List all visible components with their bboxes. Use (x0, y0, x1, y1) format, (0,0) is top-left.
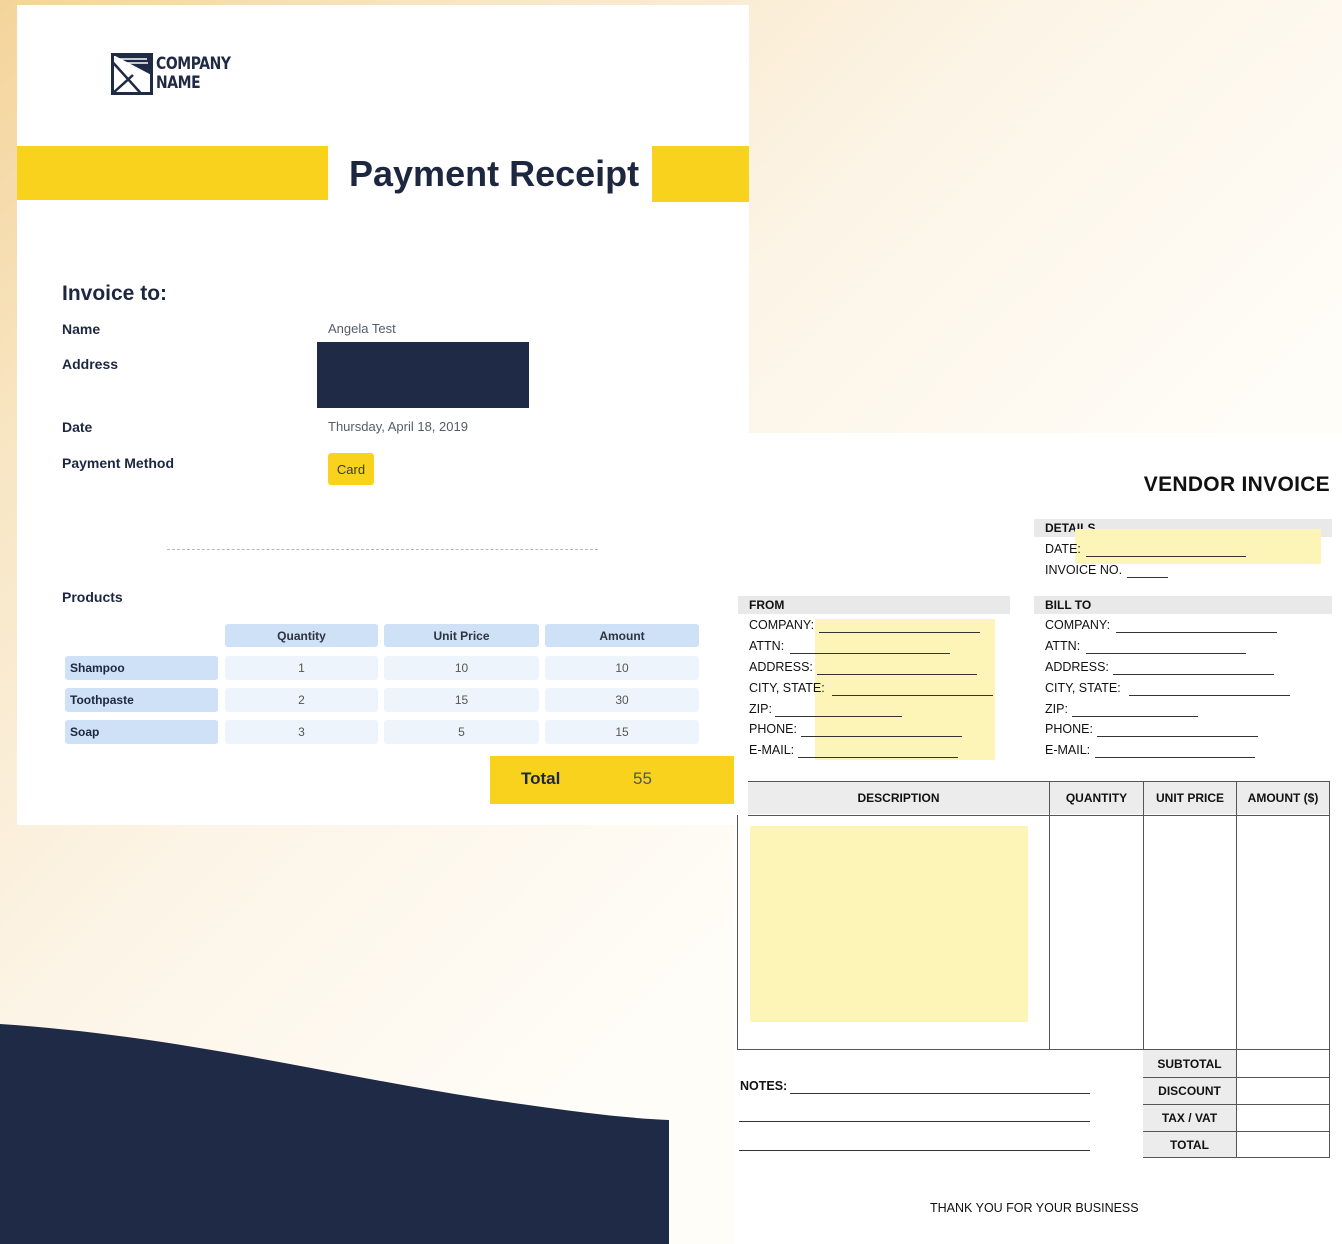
notes-line (790, 1093, 1090, 1094)
company-logo: COMPANY NAME (111, 53, 247, 95)
grid-right-line (1329, 781, 1330, 1157)
company-name: COMPANY NAME (156, 54, 231, 93)
grid-left-line (737, 815, 738, 1049)
section-divider (167, 549, 598, 550)
from-attn-label: ATTN: (749, 639, 785, 653)
from-city-state-label: CITY, STATE: (749, 681, 825, 695)
bill-to-city-state-label: CITY, STATE: (1045, 681, 1121, 695)
bill-to-zip-line (1072, 716, 1198, 717)
column-header-quantity: Quantity (225, 624, 378, 647)
column-header-description: DESCRIPTION (748, 782, 1049, 814)
total-value: 55 (633, 769, 652, 788)
grid-divider (1236, 781, 1237, 1157)
from-phone-line (801, 736, 962, 737)
total-label: TOTAL (1143, 1131, 1236, 1158)
notes-line (739, 1150, 1090, 1151)
bill-to-company-line (1116, 632, 1277, 633)
product-amount: 10 (545, 656, 699, 680)
product-amount: 15 (545, 720, 699, 744)
title-band-right (652, 146, 749, 202)
from-address-line (817, 674, 977, 675)
address-label: Address (62, 356, 119, 372)
product-amount: 30 (545, 688, 699, 712)
from-zip-label: ZIP: (749, 702, 772, 716)
from-phone-label: PHONE: (749, 722, 797, 736)
bill-to-attn-line (1086, 653, 1246, 654)
summary-line (1143, 1131, 1330, 1132)
invoice-title: VENDOR INVOICE (1143, 473, 1330, 496)
bill-to-attn-label: ATTN: (1045, 639, 1081, 653)
title-band-left (17, 146, 328, 200)
grid-divider (1049, 781, 1050, 1049)
grid-header-line (748, 815, 1330, 816)
bill-to-header: BILL TO (1034, 596, 1332, 614)
from-email-label: E-MAIL: (749, 743, 795, 757)
bill-to-address-line (1113, 674, 1274, 675)
details-date-line (1086, 556, 1246, 557)
from-city-state-line (832, 695, 993, 696)
vendor-invoice-document: VENDOR INVOICE DETAILS DATE: INVOICE NO.… (734, 433, 1342, 1244)
invoice-to-heading: Invoice to: (62, 282, 168, 305)
product-unit-price: 15 (384, 688, 539, 712)
bill-to-phone-line (1097, 736, 1258, 737)
column-header-unit-price: Unit Price (384, 624, 539, 647)
from-address-label: ADDRESS: (749, 660, 813, 674)
product-name: Toothpaste (65, 688, 218, 712)
product-quantity: 3 (225, 720, 378, 744)
bill-to-company-label: COMPANY: (1045, 618, 1111, 632)
page-title: Payment Receipt (349, 153, 640, 194)
column-header-unit-price: UNIT PRICE (1144, 782, 1236, 814)
grid-top-line (748, 781, 1330, 782)
from-zip-line (775, 716, 902, 717)
date-label: Date (62, 419, 93, 435)
product-quantity: 2 (225, 688, 378, 712)
from-company-label: COMPANY: (749, 618, 815, 632)
bill-to-city-state-line (1129, 695, 1290, 696)
from-email-line (798, 757, 958, 758)
bill-to-email-label: E-MAIL: (1045, 743, 1091, 757)
from-company-line (819, 632, 980, 633)
column-header-amount: AMOUNT ($) (1237, 782, 1329, 814)
envelope-triangle-logo-icon (111, 53, 153, 95)
products-label: Products (62, 589, 123, 605)
name-label: Name (62, 321, 101, 337)
payment-method-label: Payment Method (62, 455, 175, 471)
product-name: Soap (65, 720, 218, 744)
discount-label: DISCOUNT (1143, 1077, 1236, 1104)
summary-line (1143, 1104, 1330, 1105)
address-redacted-block (317, 342, 529, 408)
bill-to-phone-label: PHONE: (1045, 722, 1093, 736)
details-highlight (1075, 529, 1321, 564)
details-date-label: DATE: (1045, 542, 1081, 556)
payment-receipt-document: COMPANY NAME Payment Receipt Invoice to:… (17, 5, 749, 825)
subtotal-label: SUBTOTAL (1143, 1050, 1236, 1077)
bill-to-zip-label: ZIP: (1045, 702, 1068, 716)
bill-to-email-line (1095, 757, 1255, 758)
product-unit-price: 5 (384, 720, 539, 744)
column-header-quantity: QUANTITY (1050, 782, 1143, 814)
column-header-amount: Amount (545, 624, 699, 647)
notes-line (739, 1121, 1090, 1122)
details-invoice-no-label: INVOICE NO. (1045, 563, 1123, 577)
from-header: FROM (738, 596, 1010, 614)
bill-to-address-label: ADDRESS: (1045, 660, 1109, 674)
date-value: Thursday, April 18, 2019 (328, 419, 468, 434)
from-attn-line (790, 653, 950, 654)
details-invoice-no-line (1127, 577, 1168, 578)
from-highlight (815, 619, 995, 760)
total-label: Total (521, 769, 561, 788)
notes-label: NOTES: (740, 1079, 788, 1093)
total-box: Total 55 (490, 756, 749, 804)
description-highlight (750, 826, 1028, 1022)
thank-you-footer: THANK YOU FOR YOUR BUSINESS (930, 1201, 1139, 1215)
summary-bottom-line (1143, 1157, 1330, 1158)
summary-line (1143, 1077, 1330, 1078)
payment-method-badge: Card (328, 453, 374, 485)
product-name: Shampoo (65, 656, 218, 680)
tax-label: TAX / VAT (1143, 1104, 1236, 1131)
product-unit-price: 10 (384, 656, 539, 680)
product-quantity: 1 (225, 656, 378, 680)
grid-bottom-line (737, 1049, 1330, 1050)
name-value: Angela Test (328, 321, 396, 336)
